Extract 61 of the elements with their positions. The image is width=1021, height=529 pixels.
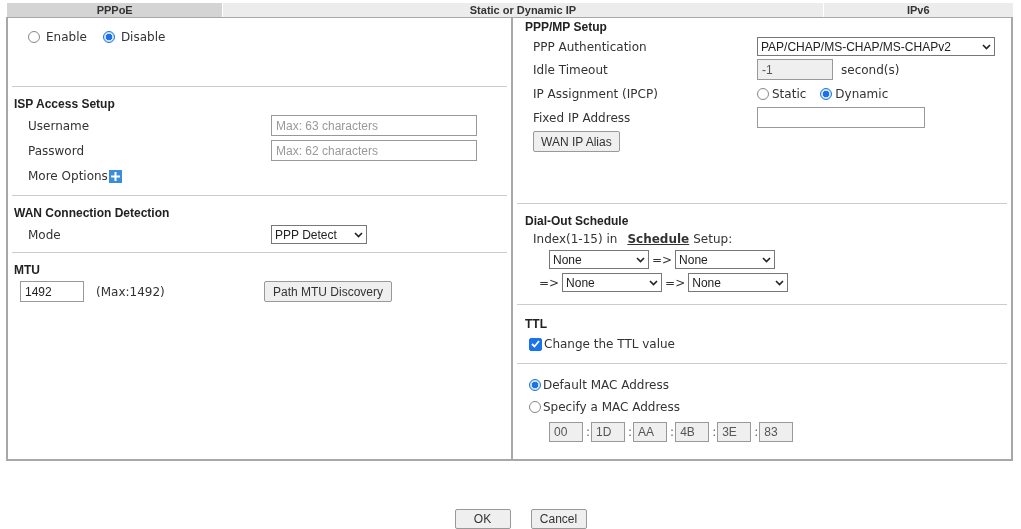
chevron-icon bbox=[354, 231, 363, 238]
dropdown[interactable]: None bbox=[549, 250, 649, 270]
radio-button[interactable] bbox=[820, 87, 833, 100]
input-field[interactable]: Max: 62 characters bbox=[271, 140, 477, 162]
schedule-link[interactable]: Schedule bbox=[627, 232, 690, 247]
radio-button[interactable] bbox=[757, 87, 769, 100]
chevron-icon bbox=[982, 43, 991, 50]
field-label: Password bbox=[28, 143, 86, 158]
section-title: MTU bbox=[14, 263, 41, 278]
separator-text: : bbox=[628, 425, 633, 440]
tab[interactable]: Static or Dynamic IP bbox=[222, 3, 823, 18]
chevron-icon bbox=[649, 279, 659, 286]
radio-option[interactable]: Static bbox=[757, 86, 807, 101]
checkbox-option[interactable]: Change the TTL value bbox=[529, 337, 675, 352]
radio-option[interactable]: Dynamic bbox=[820, 86, 889, 101]
dropdown[interactable]: None bbox=[675, 250, 776, 270]
separator-text: : bbox=[754, 425, 759, 440]
separator-text: : bbox=[670, 425, 675, 440]
field-label: Fixed IP Address bbox=[533, 110, 632, 125]
arrow-text: => bbox=[652, 252, 673, 267]
chevron-icon bbox=[762, 256, 772, 263]
radio-button[interactable] bbox=[102, 31, 115, 44]
max-note: (Max:1492) bbox=[95, 284, 166, 299]
tab[interactable]: IPv6 bbox=[822, 3, 1013, 18]
arrow-text: => bbox=[539, 275, 560, 290]
plus-icon[interactable] bbox=[108, 169, 122, 183]
separator-text: : bbox=[586, 425, 591, 440]
more-options-label: More Options bbox=[28, 169, 108, 184]
tab[interactable]: PPPoE bbox=[6, 3, 223, 18]
input-field[interactable]: Max: 63 characters bbox=[271, 115, 477, 137]
input-field[interactable]: 1492 bbox=[20, 281, 84, 303]
setup-text: Setup: bbox=[693, 232, 733, 247]
unit-label: second(s) bbox=[840, 62, 900, 77]
ok-button[interactable]: OK bbox=[454, 509, 511, 529]
index-text: Index(1-15) in bbox=[533, 232, 618, 247]
radio-option[interactable]: Disable bbox=[102, 30, 166, 45]
field-label: PPP Authentication bbox=[533, 39, 648, 54]
dropdown[interactable]: None bbox=[562, 273, 663, 293]
input-field[interactable] bbox=[757, 107, 925, 129]
dropdown[interactable]: PPP Detect bbox=[271, 225, 367, 245]
chevron-icon bbox=[636, 256, 645, 263]
wan-ip-alias-button[interactable]: WAN IP Alias bbox=[533, 131, 620, 153]
section-title: PPP/MP Setup bbox=[525, 20, 608, 35]
chevron-icon bbox=[775, 279, 785, 286]
dropdown[interactable]: None bbox=[688, 273, 789, 293]
dropdown[interactable]: PAP/CHAP/MS-CHAP/MS-CHAPv2 bbox=[757, 37, 995, 57]
checkbox[interactable] bbox=[529, 337, 542, 351]
field-label: Idle Timeout bbox=[533, 62, 609, 77]
separator-text: : bbox=[712, 425, 717, 440]
path-mtu-discovery-button[interactable]: Path MTU Discovery bbox=[264, 281, 393, 303]
arrow-text: => bbox=[665, 275, 686, 290]
cancel-button[interactable]: Cancel bbox=[530, 509, 587, 529]
field-label: Mode bbox=[28, 227, 62, 242]
section-title: Dial-Out Schedule bbox=[525, 214, 630, 229]
radio-option[interactable]: Enable bbox=[28, 30, 87, 45]
section-title: ISP Access Setup bbox=[14, 97, 116, 112]
radio-button[interactable] bbox=[28, 31, 40, 44]
section-title: WAN Connection Detection bbox=[14, 206, 171, 221]
section-title: TTL bbox=[525, 317, 548, 332]
field-label: Username bbox=[28, 118, 91, 133]
field-label: IP Assignment (IPCP) bbox=[533, 86, 659, 101]
